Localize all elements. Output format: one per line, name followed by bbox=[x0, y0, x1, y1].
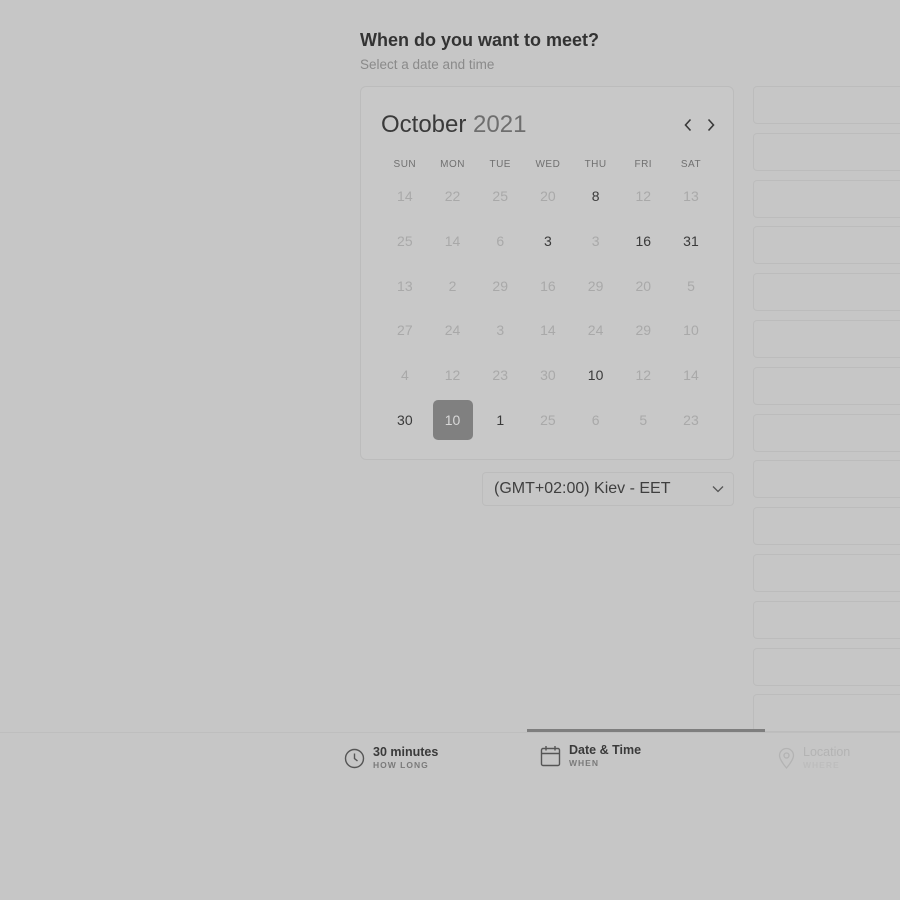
calendar-day: 6 bbox=[591, 411, 600, 428]
calendar-day: 22 bbox=[444, 188, 461, 205]
previous-month-button[interactable] bbox=[679, 115, 697, 135]
calendar-day: 25 bbox=[397, 233, 413, 250]
calendar-day: 30 bbox=[540, 367, 556, 384]
weekday-fri: FRI bbox=[634, 159, 653, 170]
calendar-day-available[interactable]: 1 bbox=[476, 397, 524, 442]
calendar-icon bbox=[540, 746, 561, 767]
timezone-value: (GMT+02:00) Kiev - EET bbox=[494, 480, 671, 497]
timezone-select[interactable]: (GMT+02:00) Kiev - EET bbox=[482, 472, 734, 506]
calendar-day: 13 bbox=[683, 188, 699, 205]
weekday-wed: WED bbox=[535, 159, 561, 170]
chevron-right-icon bbox=[707, 118, 715, 132]
calendar-day: 12 bbox=[444, 367, 461, 384]
time-slot-button[interactable] bbox=[753, 600, 900, 639]
weekday-header: SUN MON TUE WED THU FRI SAT bbox=[381, 159, 715, 170]
time-slot-button[interactable] bbox=[753, 226, 900, 265]
calendar-day: 24 bbox=[444, 322, 461, 339]
calendar-day: 20 bbox=[635, 277, 652, 294]
page-heading: When do you want to meet? bbox=[360, 30, 599, 50]
month-title: October 2021 bbox=[381, 111, 526, 139]
calendar-day: 5 bbox=[687, 277, 695, 294]
weekday-thu: THU bbox=[584, 159, 607, 170]
calendar-day: 14 bbox=[683, 367, 699, 384]
calendar-day: 5 bbox=[639, 411, 648, 428]
calendar-day: 12 bbox=[635, 188, 652, 205]
step-date-time-label: Date & Time bbox=[569, 743, 642, 757]
calendar-day: 25 bbox=[540, 411, 556, 428]
calendar-day: 14 bbox=[444, 233, 461, 250]
time-slot-button[interactable] bbox=[753, 413, 900, 452]
calendar-day: 16 bbox=[540, 277, 556, 294]
next-month-button[interactable] bbox=[702, 115, 720, 135]
calendar-day: 6 bbox=[496, 233, 505, 250]
calendar-day: 29 bbox=[587, 277, 604, 294]
time-slot-button[interactable] bbox=[753, 694, 900, 733]
time-slot-button[interactable] bbox=[753, 320, 900, 358]
calendar-day: 24 bbox=[587, 322, 604, 339]
calendar-day: 14 bbox=[540, 322, 556, 339]
calendar-day: 4 bbox=[400, 367, 409, 384]
calendar-day-available[interactable]: 16 bbox=[619, 219, 667, 264]
calendar-day-available[interactable]: 30 bbox=[381, 397, 429, 442]
step-location-sub: WHERE bbox=[803, 760, 840, 770]
time-slot-button[interactable] bbox=[753, 460, 900, 499]
location-pin-icon bbox=[778, 747, 795, 769]
time-slot-button[interactable] bbox=[753, 366, 900, 405]
step-duration[interactable]: 30 minutes HOW LONG bbox=[344, 745, 438, 771]
weekday-sat: SAT bbox=[680, 159, 702, 170]
page-subtitle: Select a date and time bbox=[360, 57, 495, 72]
time-slot-button[interactable] bbox=[753, 273, 900, 312]
step-duration-label: 30 minutes bbox=[373, 745, 439, 759]
calendar-day: 29 bbox=[492, 277, 508, 294]
calendar-day-available[interactable]: 3 bbox=[524, 219, 572, 264]
calendar-day: 3 bbox=[496, 322, 505, 339]
time-slot-button[interactable] bbox=[753, 554, 900, 592]
time-slot-button[interactable] bbox=[753, 86, 900, 124]
calendar-day-selected[interactable]: 10 bbox=[432, 399, 473, 440]
time-slot-button[interactable] bbox=[753, 647, 900, 686]
step-location[interactable]: Location WHERE bbox=[778, 745, 850, 771]
step-location-label: Location bbox=[803, 745, 851, 759]
time-slot-button[interactable] bbox=[753, 507, 900, 546]
calendar-day: 13 bbox=[397, 277, 413, 294]
calendar: October 2021 SUN MON TUE WED THU FRI SAT 14 22 2… bbox=[360, 86, 734, 460]
footer-divider bbox=[0, 732, 900, 733]
calendar-day-available[interactable]: 8 bbox=[572, 174, 620, 219]
calendar-day: 23 bbox=[492, 367, 508, 384]
chevron-down-icon bbox=[712, 486, 724, 493]
weekday-sun: SUN bbox=[393, 159, 417, 170]
calendar-day: 14 bbox=[397, 188, 413, 205]
calendar-day: 12 bbox=[635, 367, 652, 384]
time-slot-button[interactable] bbox=[753, 179, 900, 218]
weekday-mon: MON bbox=[440, 159, 465, 170]
calendar-day-available[interactable]: 31 bbox=[667, 219, 715, 264]
calendar-day-available[interactable]: 10 bbox=[572, 353, 620, 398]
calendar-day: 20 bbox=[540, 188, 556, 205]
day-grid: 14 22 25 20 8 12 13 25 14 6 3 3 16 31 13 2 29 16 29 20 5 27 24… bbox=[381, 174, 715, 442]
step-duration-sub: HOW LONG bbox=[373, 760, 429, 770]
weekday-tue: TUE bbox=[489, 159, 511, 170]
step-progress-indicator bbox=[527, 729, 765, 732]
step-date-time[interactable]: Date & Time WHEN bbox=[540, 743, 641, 769]
month-year: 2021 bbox=[473, 111, 527, 138]
step-date-time-sub: WHEN bbox=[569, 758, 599, 768]
calendar-day: 27 bbox=[397, 322, 413, 339]
calendar-day: 10 bbox=[683, 322, 699, 339]
calendar-day: 29 bbox=[635, 322, 652, 339]
time-slot-button[interactable] bbox=[753, 132, 900, 171]
calendar-day: 2 bbox=[448, 277, 457, 294]
calendar-day: 23 bbox=[683, 411, 699, 428]
clock-icon bbox=[344, 748, 365, 768]
month-name: October bbox=[381, 111, 467, 138]
calendar-day: 25 bbox=[492, 188, 508, 205]
chevron-left-icon bbox=[684, 118, 692, 132]
calendar-day: 3 bbox=[591, 233, 600, 250]
